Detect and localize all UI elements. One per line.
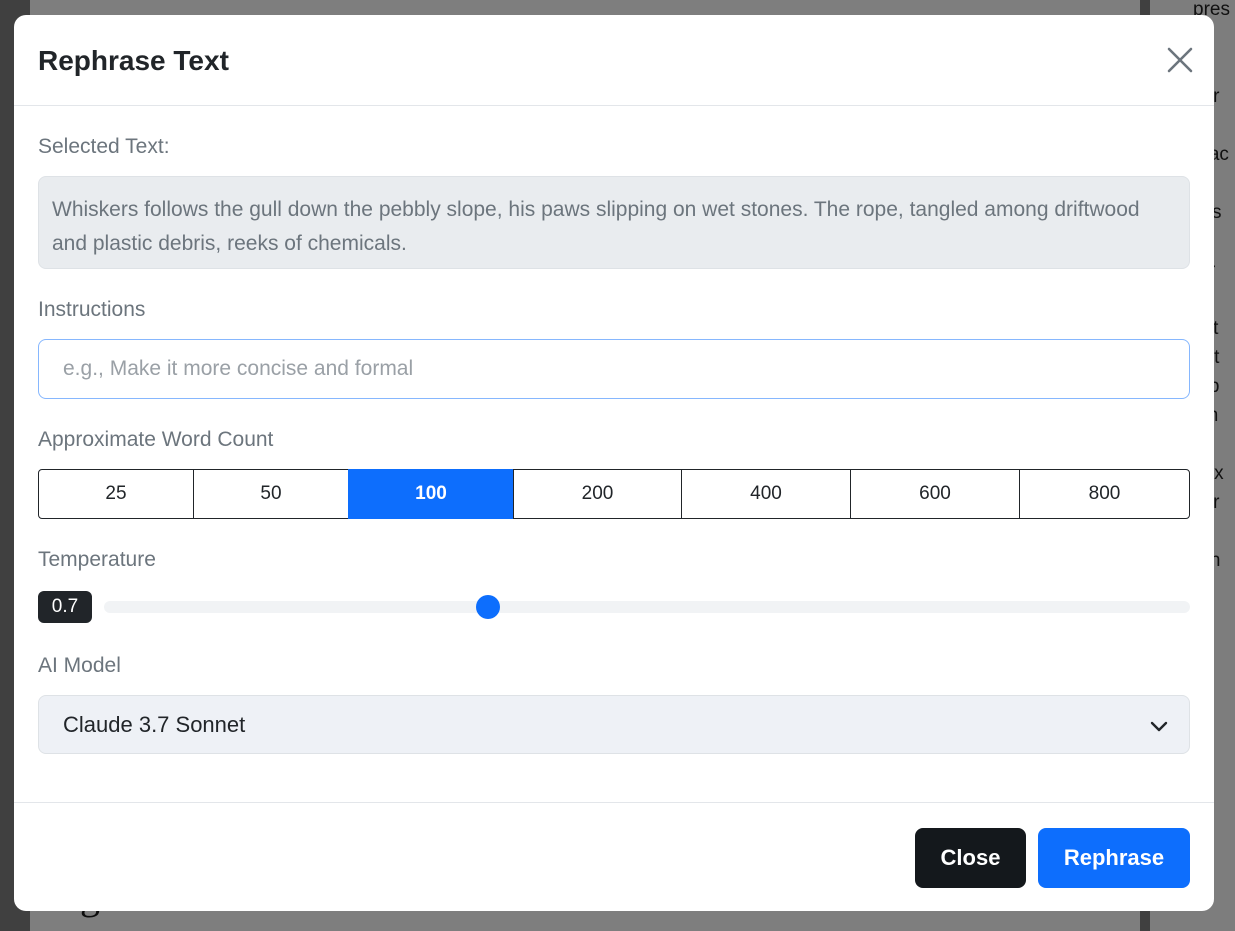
ai-model-select[interactable]: Claude 3.7 Sonnet <box>38 695 1190 754</box>
rephrase-button[interactable]: Rephrase <box>1038 828 1190 888</box>
temperature-slider[interactable] <box>104 595 1190 619</box>
modal-footer: Close Rephrase <box>14 802 1214 911</box>
temperature-label: Temperature <box>38 548 156 571</box>
modal-title: Rephrase Text <box>38 45 229 76</box>
instructions-label: Instructions <box>38 298 146 321</box>
selected-text-label: Selected Text: <box>38 135 170 158</box>
word-count-200-button[interactable]: 200 <box>513 469 682 519</box>
selected-text-box: Whiskers follows the gull down the pebbl… <box>38 176 1190 269</box>
word-count-25-button[interactable]: 25 <box>38 469 194 519</box>
word-count-button-group: 25 50 100 200 400 600 800 <box>38 469 1190 519</box>
word-count-800-button[interactable]: 800 <box>1019 469 1190 519</box>
temperature-value-badge: 0.7 <box>38 591 92 623</box>
chevron-down-icon <box>1149 716 1169 736</box>
close-button[interactable]: Close <box>915 828 1026 888</box>
ai-model-label: AI Model <box>38 654 121 677</box>
word-count-100-button[interactable]: 100 <box>348 469 514 519</box>
instructions-input[interactable] <box>38 339 1190 399</box>
ai-model-selected-value: Claude 3.7 Sonnet <box>63 712 246 737</box>
word-count-50-button[interactable]: 50 <box>193 469 349 519</box>
word-count-400-button[interactable]: 400 <box>681 469 851 519</box>
rephrase-modal: Rephrase Text Selected Text: Whiskers fo… <box>14 15 1214 911</box>
word-count-600-button[interactable]: 600 <box>850 469 1020 519</box>
word-count-label: Approximate Word Count <box>38 428 274 451</box>
modal-header: Rephrase Text <box>14 15 1214 106</box>
temperature-slider-thumb[interactable] <box>476 595 500 619</box>
close-icon[interactable] <box>1165 45 1195 75</box>
